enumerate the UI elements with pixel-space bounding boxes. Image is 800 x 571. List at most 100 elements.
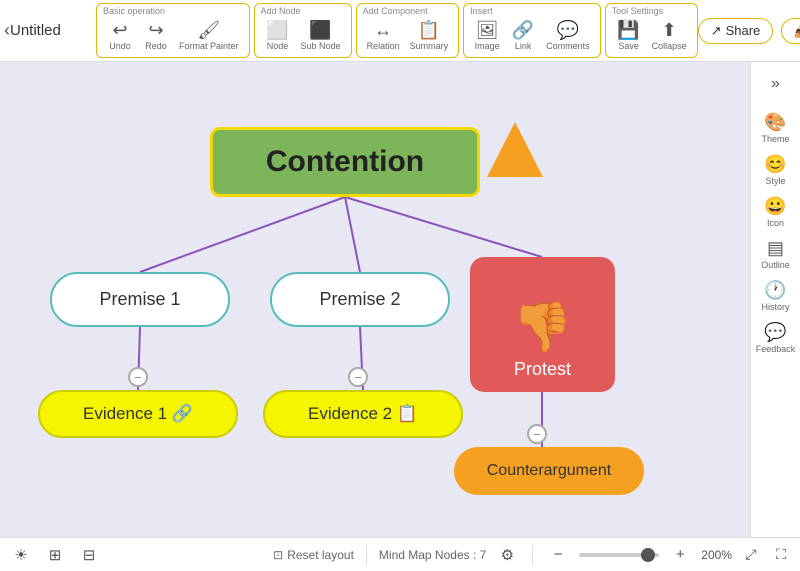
toolbar-group-basic: Basic operation ↩ Undo ↪ Redo 🖌 Format P… <box>96 3 250 59</box>
premise1-label: Premise 1 <box>99 289 180 310</box>
collapse-premise1-button[interactable]: − <box>128 367 148 387</box>
toolbar-group-tool-settings: Tool Settings 💾 Save ⬆ Collapse <box>605 3 698 59</box>
protest-label: Protest <box>514 359 571 380</box>
share-button[interactable]: ↗ Share <box>698 18 774 44</box>
premise2-label: Premise 2 <box>319 289 400 310</box>
sub-node-icon: ⬛ <box>309 20 331 42</box>
protest-node[interactable]: 👎 Protest <box>470 257 615 392</box>
app-title: Untitled <box>10 22 80 39</box>
fit-screen-button[interactable]: ⛶ <box>770 544 792 566</box>
evidence1-node[interactable]: Evidence 1 🔗 <box>38 390 238 438</box>
outline-button[interactable]: ▤ Outline <box>754 234 798 274</box>
theme-icon: 🎨 <box>764 112 786 133</box>
evidence2-label: Evidence 2 📋 <box>308 404 418 424</box>
sun-icon: ☀ <box>14 546 27 564</box>
summary-button[interactable]: 📋 Summary <box>406 18 453 54</box>
plus-icon: + <box>676 546 685 563</box>
save-icon: 💾 <box>617 20 639 42</box>
grid-button[interactable]: ⊞ <box>42 542 68 568</box>
collapse-premise2-button[interactable]: − <box>348 367 368 387</box>
zoom-out-button[interactable]: − <box>545 542 571 568</box>
table-icon: ⊟ <box>83 546 96 564</box>
history-icon: 🕐 <box>764 280 786 301</box>
evidence2-node[interactable]: Evidence 2 📋 <box>263 390 463 438</box>
sub-node-button[interactable]: ⬛ Sub Node <box>297 18 345 54</box>
share-label: Share <box>726 23 761 38</box>
format-painter-button[interactable]: 🖌 Format Painter <box>175 18 243 54</box>
toolbar-group-add-component-label: Add Component <box>363 6 428 16</box>
relation-icon: ↔ <box>374 20 392 42</box>
save-button[interactable]: 💾 Save <box>612 18 646 54</box>
share-icon: ↗ <box>711 23 722 39</box>
evidence1-label: Evidence 1 🔗 <box>83 404 193 424</box>
thumbs-down-icon: 👎 <box>513 298 573 355</box>
comments-icon: 💬 <box>557 20 579 42</box>
style-label: Style <box>765 176 785 186</box>
settings-dot-icon: ⚙ <box>501 546 514 564</box>
summary-icon: 📋 <box>418 20 440 42</box>
style-button[interactable]: 😊 Style <box>754 150 798 190</box>
toolbar-group-add-node-label: Add Node <box>261 6 301 16</box>
icon-button[interactable]: 😀 Icon <box>754 192 798 232</box>
toolbar-group-insert-label: Insert <box>470 6 493 16</box>
link-button[interactable]: 🔗 Link <box>506 18 540 54</box>
history-label: History <box>761 302 789 312</box>
bottom-bar: ☀ ⊞ ⊟ ⊡ Reset layout Mind Map Nodes : 7 … <box>0 537 800 571</box>
history-button[interactable]: 🕐 History <box>754 276 798 316</box>
image-icon: 🖼 <box>476 20 499 42</box>
format-painter-icon: 🖌 <box>197 20 220 42</box>
grid-icon: ⊞ <box>49 546 62 564</box>
settings-dot-button[interactable]: ⚙ <box>494 542 520 568</box>
toolbar-group-add-node: Add Node ⬜ Node ⬛ Sub Node <box>254 3 352 59</box>
side-panel: » 🎨 Theme 😊 Style 😀 Icon ▤ Outline 🕐 His… <box>750 62 800 537</box>
comments-label: Comments <box>546 41 590 51</box>
link-icon: 🔗 <box>512 20 534 42</box>
feedback-button[interactable]: 💬 Feedback <box>754 318 798 358</box>
comments-button[interactable]: 💬 Comments <box>542 18 594 54</box>
collapse-protest-button[interactable]: − <box>527 424 547 444</box>
contention-node[interactable]: Contention <box>210 127 480 197</box>
relation-button[interactable]: ↔ Relation <box>363 18 404 54</box>
link-label: Link <box>515 41 532 51</box>
arrow-up <box>487 122 543 177</box>
undo-button[interactable]: ↩ Undo <box>103 18 137 54</box>
redo-button[interactable]: ↪ Redo <box>139 18 173 54</box>
counterargument-label: Counterargument <box>487 462 612 480</box>
undo-label: Undo <box>109 41 131 51</box>
nodes-info: Mind Map Nodes : 7 <box>379 548 486 562</box>
feedback-label: Feedback <box>756 344 796 354</box>
collapse-label: Collapse <box>652 41 687 51</box>
toolbar-group-insert: Insert 🖼 Image 🔗 Link 💬 Comments <box>463 3 601 59</box>
theme-button[interactable]: 🎨 Theme <box>754 108 798 148</box>
reset-layout-button[interactable]: ⊡ Reset layout <box>273 548 354 562</box>
counterargument-node[interactable]: Counterargument <box>454 447 644 495</box>
contention-label: Contention <box>266 145 424 179</box>
zoom-in-button[interactable]: + <box>667 542 693 568</box>
collapse-button[interactable]: ⬆ Collapse <box>648 18 691 54</box>
node-label: Node <box>267 41 289 51</box>
export-icon: 📤 <box>794 23 800 39</box>
right-toolbar: ↗ Share 📤 Export <box>698 18 800 44</box>
redo-label: Redo <box>145 41 167 51</box>
node-button[interactable]: ⬜ Node <box>261 18 295 54</box>
style-icon: 😊 <box>764 154 786 175</box>
sun-button[interactable]: ☀ <box>8 542 34 568</box>
canvas: Contention Premise 1 Premise 2 👎 Protest… <box>0 62 750 537</box>
premise1-node[interactable]: Premise 1 <box>50 272 230 327</box>
icon-label: Icon <box>767 218 784 228</box>
premise2-node[interactable]: Premise 2 <box>270 272 450 327</box>
side-panel-collapse-button[interactable]: » <box>760 70 792 98</box>
sub-node-label: Sub Node <box>301 41 341 51</box>
image-label: Image <box>475 41 500 51</box>
icon-icon: 😀 <box>764 196 786 217</box>
zoom-slider[interactable] <box>579 553 659 557</box>
reset-layout-label: Reset layout <box>287 548 354 562</box>
fit-width-button[interactable]: ⤢ <box>740 544 762 566</box>
zoom-level: 200% <box>701 548 732 562</box>
divider-1 <box>366 545 367 565</box>
export-button[interactable]: 📤 Export <box>781 18 800 44</box>
table-button[interactable]: ⊟ <box>76 542 102 568</box>
image-button[interactable]: 🖼 Image <box>470 18 504 54</box>
toolbar-group-basic-label: Basic operation <box>103 6 165 16</box>
toolbar-group-tool-settings-label: Tool Settings <box>612 6 664 16</box>
